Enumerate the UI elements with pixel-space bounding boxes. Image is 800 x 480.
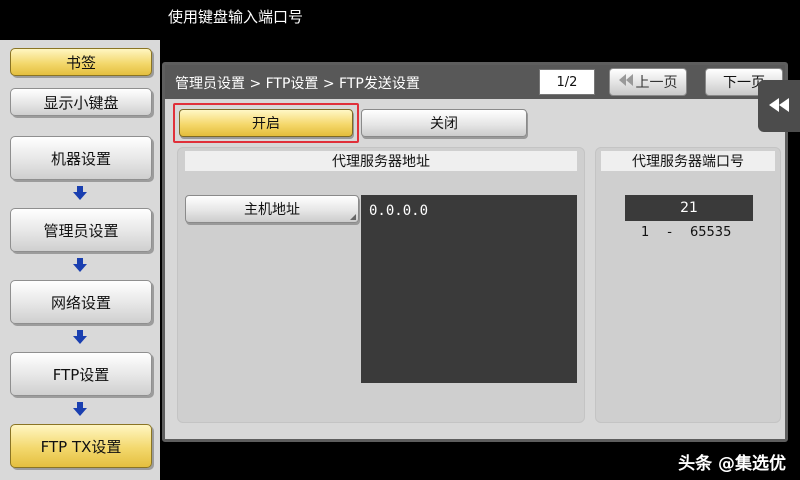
step-network-settings[interactable]: 网络设置	[10, 280, 152, 324]
step-admin-settings[interactable]: 管理员设置	[10, 208, 152, 252]
collapse-panel-button[interactable]	[758, 80, 800, 132]
step-ftp-settings[interactable]: FTP设置	[10, 352, 152, 396]
enable-button[interactable]: 开启	[179, 109, 353, 137]
proxy-port-title: 代理服务器端口号	[601, 151, 775, 171]
watermark: 头条 @集选优	[678, 453, 786, 474]
page-indicator: 1/2	[539, 69, 595, 95]
step-machine-settings[interactable]: 机器设置	[10, 136, 152, 180]
breadcrumb: 管理员设置 > FTP设置 > FTP发送设置	[175, 76, 420, 92]
port-input[interactable]: 21	[625, 195, 753, 221]
proxy-address-title: 代理服务器地址	[185, 151, 577, 171]
step-ftp-tx-settings[interactable]: FTP TX设置	[10, 424, 152, 468]
double-chevron-left-icon	[618, 74, 633, 90]
bookmark-button[interactable]: 书签	[10, 48, 152, 76]
host-address-button[interactable]: 主机地址	[185, 195, 359, 223]
down-arrow-icon	[72, 185, 88, 201]
proxy-address-field[interactable]: 0.0.0.0	[361, 195, 577, 383]
prev-page-button[interactable]: 上一页	[609, 68, 687, 96]
corner-mark-icon	[350, 214, 356, 220]
settings-panel: 管理员设置 > FTP设置 > FTP发送设置 1/2 上一页 下一页 开启 关…	[162, 62, 788, 442]
header-bar: 管理员设置 > FTP设置 > FTP发送设置 1/2 上一页 下一页	[165, 65, 785, 99]
down-arrow-icon	[72, 329, 88, 345]
port-range-separator: -	[667, 225, 672, 240]
proxy-port-group	[595, 147, 781, 423]
down-arrow-icon	[72, 401, 88, 417]
show-keypad-button[interactable]: 显示小键盘	[10, 88, 152, 116]
down-arrow-icon	[72, 257, 88, 273]
port-range-max: 65535	[689, 225, 732, 240]
left-panel: 书签 显示小键盘 机器设置 管理员设置 网络设置 FTP设置 FTP TX设置	[0, 40, 160, 480]
port-range: 1 - 65535	[641, 225, 731, 240]
double-chevron-left-icon	[769, 97, 789, 116]
disable-button[interactable]: 关闭	[361, 109, 527, 137]
instruction-text: 使用键盘输入端口号	[168, 8, 304, 26]
host-address-label: 主机地址	[244, 202, 300, 218]
prev-page-label: 上一页	[635, 75, 678, 91]
port-range-min: 1	[641, 225, 650, 240]
